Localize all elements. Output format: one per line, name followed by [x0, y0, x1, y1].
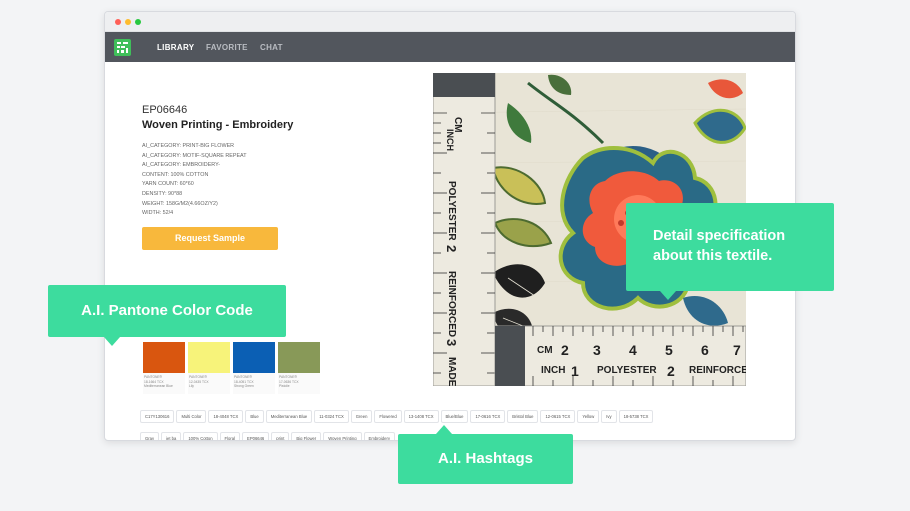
spec-list: AI_CATEGORY: PRINT-BIG FLOWER AI_CATEGOR… — [142, 142, 247, 219]
hashtag-chip[interactable]: Mediterranean Blue — [265, 410, 313, 423]
spec-line: DENSITY: 90*88 — [142, 190, 183, 197]
ruler-h-num: 2 — [561, 342, 569, 358]
ruler-v-num: 2 — [444, 245, 459, 252]
hashtag-chip[interactable]: Multi Color — [176, 410, 207, 423]
swatch-color-chip — [188, 342, 230, 373]
ruler-h-cm: CM — [537, 345, 553, 356]
hashtag-chip[interactable]: Big Flower — [291, 432, 322, 440]
pantone-callout: A.I. Pantone Color Code — [48, 285, 286, 346]
ruler-h-num: 7 — [733, 342, 741, 358]
pantone-swatch[interactable]: PANTONE® 18-1664 TCX Mediterranean Blue — [143, 342, 185, 394]
ruler-v-inch: INCH — [445, 129, 455, 151]
pantone-swatch[interactable]: PANTONE® 12-0435 TCX Lily — [188, 342, 230, 394]
ruler-v-polyester: POLYESTER — [446, 181, 457, 241]
nav-favorite[interactable]: FAVORITE — [206, 43, 248, 52]
hashtag-chip[interactable]: 18-5738 TCX — [618, 410, 654, 423]
pantone-swatch[interactable]: PANTONE® 17-0636 TCX Pistolie — [278, 342, 320, 394]
ruler-v-num: 3 — [444, 339, 459, 346]
ruler-v-reinforced: REINFORCED — [446, 271, 457, 337]
ruler-h-num: 2 — [667, 363, 675, 379]
hashtags-callout: A.I. Hashtags — [398, 425, 573, 484]
hashtag-chip[interactable]: Green — [350, 410, 373, 423]
ruler-h-inch: INCH — [541, 365, 565, 376]
swatch-color-chip — [233, 342, 275, 373]
hashtag-chip[interactable]: Blue — [245, 410, 264, 423]
swatch-name: Mediterranean Blue — [144, 384, 173, 389]
top-navbar: LIBRARY FAVORITE CHAT — [105, 32, 795, 62]
spec-line: AI_CATEGORY: EMBROIDERY- — [142, 162, 220, 169]
swatch-name: Lily — [189, 384, 194, 389]
swatch-name: Pistolie — [279, 384, 290, 389]
nav-chat[interactable]: CHAT — [260, 43, 283, 52]
swatch-name: Strong Green — [234, 384, 254, 389]
ruler-h-reinforce: REINFORCE — [689, 365, 746, 376]
hashtag-chip[interactable]: 18-4048 TCX — [208, 410, 244, 423]
spec-line: AI_CATEGORY: MOTIF-SQUARE REPEAT — [142, 152, 247, 159]
hashtag-chip[interactable]: 11-0324 TCX — [314, 410, 349, 423]
ruler-h-polyester: POLYESTER — [597, 365, 657, 376]
swatch-color-chip — [278, 342, 320, 373]
window-titlebar — [105, 12, 795, 32]
hashtags-callout-text: A.I. Hashtags — [437, 450, 534, 467]
hashtag-chip[interactable]: Floral — [219, 432, 241, 440]
hashtag-chip[interactable]: jet ba — [161, 432, 182, 440]
close-window-dot[interactable] — [115, 19, 121, 25]
hashtag-chip[interactable]: C17Y130616 — [140, 410, 175, 423]
ruler-h-num: 5 — [665, 342, 673, 358]
maximize-window-dot[interactable] — [135, 19, 141, 25]
ruler-v-made: MADE — [446, 357, 457, 386]
product-code: EP06646 — [142, 104, 188, 116]
detail-callout: Detail specification about this textile. — [626, 203, 834, 300]
ruler-h-num: 6 — [701, 342, 709, 358]
spec-line: YARN COUNT: 60*60 — [142, 181, 194, 188]
ruler-h-num: 4 — [629, 342, 637, 358]
hashtag-chip[interactable]: Flowered — [374, 410, 402, 423]
callout-pointer — [436, 425, 452, 434]
hashtag-chip[interactable]: Bristol Blue — [507, 410, 539, 423]
hashtag-chip[interactable]: Woven Printing — [323, 432, 362, 440]
hashtag-chip[interactable]: 100% Cotton — [183, 432, 218, 440]
product-title: Woven Printing - Embroidery — [142, 119, 294, 131]
hashtag-chip[interactable]: 17-0616 TCX — [470, 410, 506, 423]
nav-library[interactable]: LIBRARY — [157, 43, 194, 52]
request-sample-button[interactable]: Request Sample — [142, 227, 278, 250]
minimize-window-dot[interactable] — [125, 19, 131, 25]
hashtag-chip[interactable]: Yellow — [577, 410, 600, 423]
spec-line: WIDTH: 52/4 — [142, 210, 174, 217]
hashtag-chip[interactable]: Embroidery — [363, 432, 395, 440]
spec-line: CONTENT: 100% COTTON — [142, 171, 209, 178]
spec-line: WEIGHT: 158G/M2(4.66OZ/Y2) — [142, 200, 218, 207]
hashtag-chip[interactable]: print — [271, 432, 290, 440]
hashtag-chip[interactable]: EP06646 — [242, 432, 270, 440]
hashtag-chip[interactable]: Gray — [140, 432, 160, 440]
callout-pointer — [660, 291, 676, 300]
hashtag-chip[interactable]: Ivy — [601, 410, 617, 423]
detail-callout-text: Detail specification about this textile. — [653, 228, 786, 264]
swatch-color-chip — [143, 342, 185, 373]
pantone-callout-text: A.I. Pantone Color Code — [81, 302, 253, 319]
ruler-h-num: 1 — [571, 363, 579, 379]
hashtag-chip[interactable]: 12-0615 TCX — [540, 410, 576, 423]
hashtag-chip[interactable]: Blue/Blue — [440, 410, 469, 423]
pantone-swatch[interactable]: PANTONE® 18-4051 TCX Strong Green — [233, 342, 275, 394]
hashtag-chip[interactable]: 13-1408 TCX — [403, 410, 439, 423]
callout-pointer — [104, 337, 120, 346]
app-logo-icon[interactable] — [114, 39, 131, 56]
spec-line: AI_CATEGORY: PRINT-BIG FLOWER — [142, 143, 235, 149]
ruler-h-num: 3 — [593, 342, 601, 358]
